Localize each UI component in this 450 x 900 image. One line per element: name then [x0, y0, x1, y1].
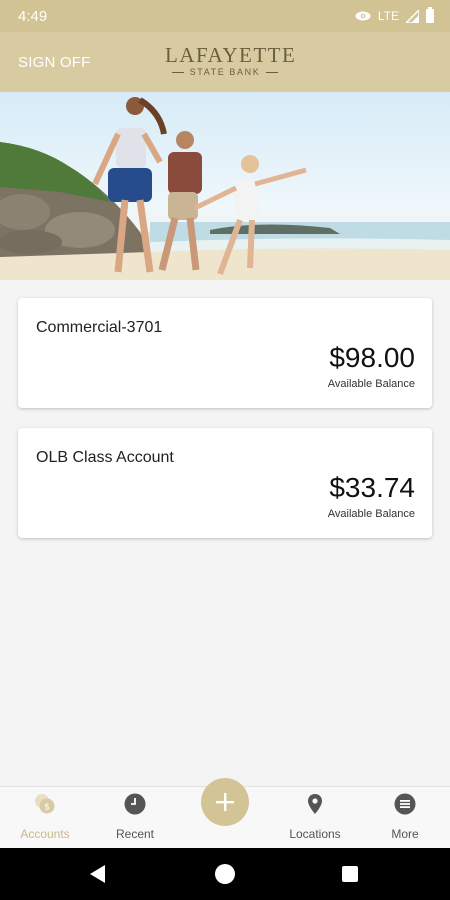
more-icon: [394, 793, 416, 815]
beach-family-illustration: [0, 97, 450, 280]
status-icons: LTE: [355, 7, 434, 23]
android-navigation-bar: [0, 848, 450, 900]
nav-recent[interactable]: Recent: [90, 793, 180, 845]
account-card-commercial[interactable]: Commercial-3701 $98.00 Available Balance: [18, 298, 432, 408]
network-label: LTE: [377, 9, 399, 23]
recents-icon[interactable]: [342, 866, 358, 882]
sign-off-button[interactable]: SIGN OFF: [18, 54, 90, 71]
bank-logo: LAFAYETTE STATE BANK: [165, 43, 297, 77]
home-icon[interactable]: [215, 864, 235, 884]
map-pin-icon: [308, 794, 322, 814]
account-name: Commercial-3701: [36, 319, 163, 336]
account-card-olb-class[interactable]: OLB Class Account $33.74 Available Balan…: [18, 428, 432, 538]
back-icon[interactable]: [90, 865, 106, 883]
add-button[interactable]: [201, 778, 249, 826]
status-bar: 4:49 LTE: [0, 0, 450, 32]
nav-more-label: More: [391, 827, 419, 841]
coins-icon: $: [35, 794, 55, 814]
app-header: SIGN OFF LAFAYETTE STATE BANK: [0, 32, 450, 92]
logo-line-right: [266, 71, 279, 73]
eye-icon: [355, 11, 371, 21]
nav-locations[interactable]: Locations: [270, 793, 360, 845]
clock-icon: [124, 793, 146, 815]
logo-sub-text: STATE BANK: [189, 67, 261, 77]
balance-label: Available Balance: [327, 508, 415, 520]
nav-locations-label: Locations: [289, 827, 341, 841]
hero-image: [0, 92, 450, 280]
plus-icon: [216, 793, 234, 811]
logo-sub: STATE BANK: [165, 67, 285, 77]
status-time: 4:49: [18, 7, 48, 25]
logo-line-left: [171, 71, 184, 73]
account-balance: $98.00: [329, 342, 415, 373]
battery-icon: [426, 7, 434, 23]
nav-more[interactable]: More: [360, 793, 450, 845]
nav-recent-label: Recent: [115, 827, 155, 841]
logo-main-text: LAFAYETTE: [165, 43, 297, 67]
balance-label: Available Balance: [327, 378, 415, 390]
nav-accounts-label: Accounts: [20, 827, 70, 841]
signal-icon: [406, 9, 419, 23]
nav-accounts[interactable]: $ Accounts: [0, 793, 90, 845]
account-name: OLB Class Account: [36, 449, 174, 466]
account-balance: $33.74: [329, 472, 415, 503]
svg-text:$: $: [44, 803, 50, 813]
